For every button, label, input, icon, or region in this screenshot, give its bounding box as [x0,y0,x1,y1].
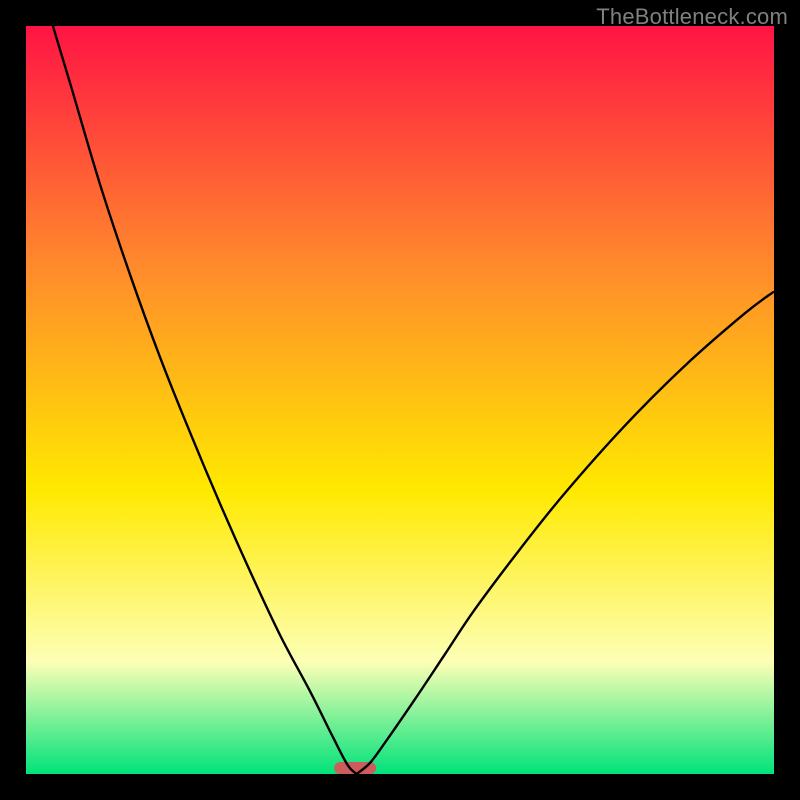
plot-area [26,26,774,774]
chart-frame: TheBottleneck.com [0,0,800,800]
chart-svg [26,26,774,774]
gradient-background [26,26,774,774]
